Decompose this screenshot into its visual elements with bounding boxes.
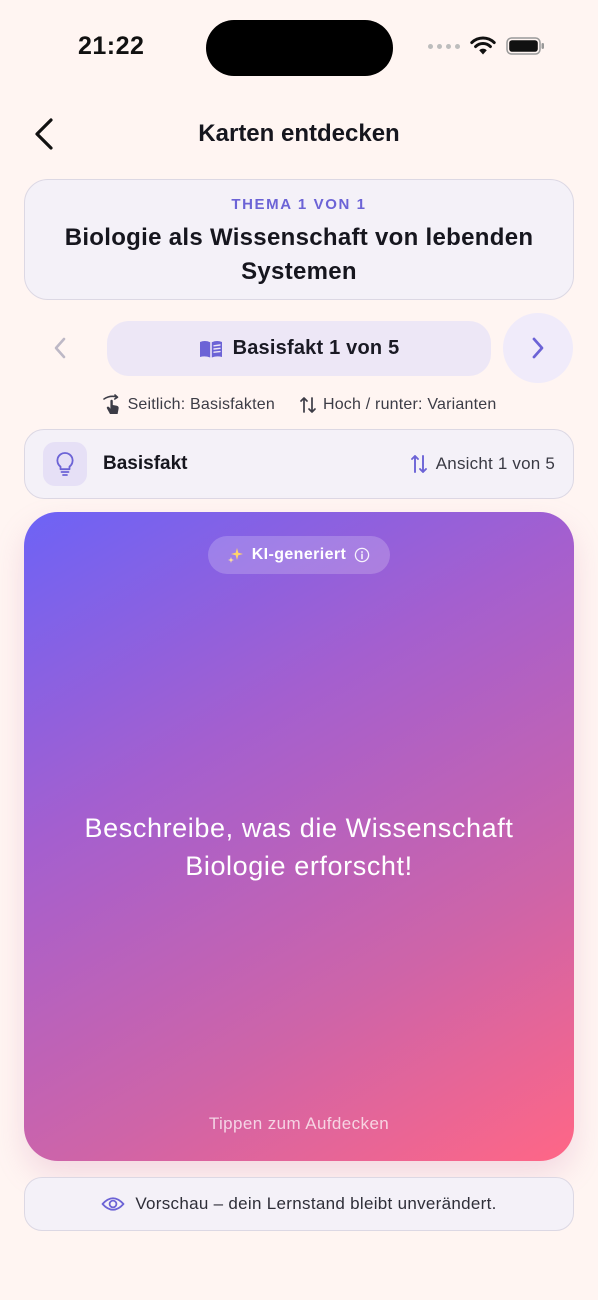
chevron-right-icon bbox=[532, 337, 544, 359]
arrows-up-down-icon bbox=[410, 455, 427, 473]
view-counter[interactable]: Ansicht 1 von 5 bbox=[410, 453, 555, 475]
next-fact-button[interactable] bbox=[503, 313, 573, 383]
preview-notice: Vorschau – dein Lernstand bleibt unverän… bbox=[24, 1177, 574, 1231]
battery-icon bbox=[506, 37, 544, 55]
fact-pager: Basisfakt 1 von 5 bbox=[107, 321, 491, 376]
card-question: Beschreibe, was die Wissenschaft Biologi… bbox=[84, 813, 514, 881]
card-type-icon-box bbox=[43, 442, 87, 486]
info-icon bbox=[355, 547, 370, 563]
hint-sideways: Seitlich: Basisfakten bbox=[102, 394, 275, 416]
hint-updown-label: Hoch / runter: Varianten bbox=[322, 396, 497, 413]
eye-icon bbox=[101, 1197, 125, 1211]
arrows-up-down-icon bbox=[300, 397, 316, 413]
previous-fact-button[interactable] bbox=[42, 330, 78, 366]
view-counter-label: Ansicht 1 von 5 bbox=[435, 454, 555, 473]
card-type-label: Basisfakt bbox=[103, 453, 188, 474]
ai-generated-badge[interactable]: KI-generiert bbox=[208, 536, 390, 574]
flash-card[interactable]: KI-generiert Beschreibe, was die Wissens… bbox=[24, 512, 574, 1161]
ai-generated-label: KI-generiert bbox=[251, 546, 347, 563]
status-icons bbox=[428, 36, 546, 56]
tap-to-reveal-hint: Tippen zum Aufdecken bbox=[208, 1114, 390, 1133]
page-title: Karten entdecken bbox=[198, 120, 400, 147]
gesture-hints: Seitlich: Basisfakten Hoch / runter: Var… bbox=[0, 394, 598, 416]
topic-card: THEMA 1 VON 1 Biologie als Wissenschaft … bbox=[24, 179, 574, 300]
book-open-icon bbox=[199, 340, 222, 357]
sparkles-icon bbox=[227, 548, 243, 563]
preview-notice-text: Vorschau – dein Lernstand bleibt unverän… bbox=[135, 1194, 497, 1213]
hint-sideways-label: Seitlich: Basisfakten bbox=[127, 396, 275, 413]
hint-updown: Hoch / runter: Varianten bbox=[299, 394, 496, 416]
wifi-icon bbox=[470, 36, 496, 55]
status-time: 21:22 bbox=[78, 32, 145, 60]
cellular-signal-icon bbox=[428, 43, 460, 49]
lightbulb-icon bbox=[56, 452, 74, 476]
topic-counter: THEMA 1 VON 1 bbox=[231, 196, 367, 213]
chevron-left-icon bbox=[54, 337, 66, 359]
topic-title: Biologie als Wissenschaft von lebenden S… bbox=[64, 224, 534, 285]
card-type-bar: Basisfakt Ansicht 1 von 5 bbox=[24, 429, 574, 499]
dynamic-island bbox=[206, 20, 393, 76]
screen: 21:22 Karten entdecken THEMA 1 VON 1 Bio… bbox=[0, 0, 598, 1300]
swipe-hand-icon bbox=[102, 394, 119, 414]
fact-pager-label: Basisfakt 1 von 5 bbox=[232, 337, 400, 359]
